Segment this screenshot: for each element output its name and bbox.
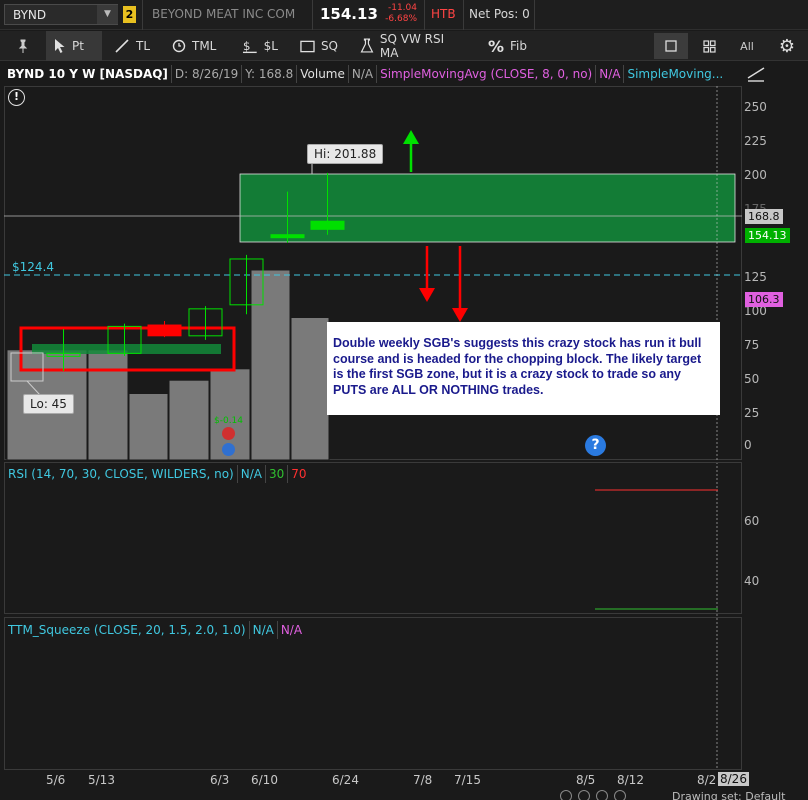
rsi-y-tick: 40 (744, 574, 760, 588)
high-callout: Hi: 201.88 (307, 144, 384, 164)
squeeze-study-label[interactable]: TTM_Squeeze (CLOSE, 20, 1.5, 2.0, 1.0) (5, 623, 249, 637)
y-tick: 75 (744, 338, 760, 352)
down-arrow-1[interactable] (419, 246, 435, 302)
date-tick: 8/2 (697, 773, 717, 787)
candle-body[interactable] (310, 220, 345, 230)
rsi-overbought-value: 70 (291, 467, 307, 481)
squeeze-value-2: N/A (280, 623, 303, 637)
rsi-header: RSI (14, 70, 30, CLOSE, WILDERS, no) N/A… (5, 464, 310, 484)
squeeze-value-1: N/A (252, 623, 274, 637)
rsi-panel[interactable] (4, 462, 742, 614)
cursor-date-tag: 8/26 (718, 772, 749, 786)
sgb-zone-2[interactable] (239, 173, 736, 243)
price-level-label[interactable]: $124.4 (12, 260, 54, 274)
volume-bar (250, 269, 291, 461)
sma-price-tag: 106.3 (745, 292, 783, 307)
y-tick: 25 (744, 406, 760, 420)
zoom-out-icon[interactable] (560, 790, 572, 800)
last-price-tag: 154.13 (745, 228, 790, 243)
sgb-zone-1[interactable] (32, 344, 221, 354)
zoom-in-icon[interactable] (578, 790, 590, 800)
drawing-set-label[interactable]: Drawing set: Default (672, 790, 785, 800)
y-tick: 125 (744, 270, 767, 284)
date-tick: 8/5 (576, 773, 596, 787)
alert-icon[interactable]: ! (8, 89, 25, 106)
price-axis[interactable]: 250 225 200 175 125 100 75 50 25 0 (742, 86, 808, 460)
rsi-oversold-value: 30 (268, 467, 285, 481)
candle-body[interactable] (270, 234, 305, 239)
date-tick: 7/8 (413, 773, 433, 787)
volume-bar (87, 349, 129, 461)
date-tick: 6/3 (210, 773, 230, 787)
date-tick: 6/24 (332, 773, 359, 787)
y-tick: 50 (744, 372, 760, 386)
footer-controls: Drawing set: Default (560, 790, 785, 800)
volume-bars (6, 269, 330, 461)
date-tick: 8/12 (617, 773, 644, 787)
date-tick: 7/15 (454, 773, 481, 787)
date-tick: 5/6 (46, 773, 66, 787)
rsi-value: N/A (240, 467, 262, 481)
dividend-icon[interactable] (222, 443, 235, 456)
reset-icon[interactable] (614, 790, 626, 800)
y-tick: 0 (744, 438, 752, 452)
candle-body[interactable] (147, 324, 182, 337)
low-callout: Lo: 45 (23, 394, 74, 414)
rsi-study-label[interactable]: RSI (14, 70, 30, CLOSE, WILDERS, no) (5, 467, 237, 481)
down-arrow-2[interactable] (452, 246, 468, 322)
y-tick: 250 (744, 100, 767, 114)
earnings-icon[interactable] (222, 427, 235, 440)
y-tick: 225 (744, 134, 767, 148)
volume-bar (168, 379, 210, 461)
earnings-marker[interactable]: $-0.14 (214, 416, 243, 426)
y-tick: 200 (744, 168, 767, 182)
volume-bar (290, 317, 330, 461)
up-arrow[interactable] (403, 130, 419, 172)
help-icon[interactable]: ? (585, 435, 606, 456)
squeeze-header: TTM_Squeeze (CLOSE, 20, 1.5, 2.0, 1.0) N… (5, 620, 305, 640)
date-tick: 6/10 (251, 773, 278, 787)
chart-note[interactable]: Double weekly SGB's suggests this crazy … (327, 322, 720, 415)
crosshair-price-tag: 168.8 (745, 209, 783, 224)
fit-icon[interactable] (596, 790, 608, 800)
date-tick: 5/13 (88, 773, 115, 787)
volume-bar (128, 393, 169, 461)
rsi-y-tick: 60 (744, 514, 760, 528)
